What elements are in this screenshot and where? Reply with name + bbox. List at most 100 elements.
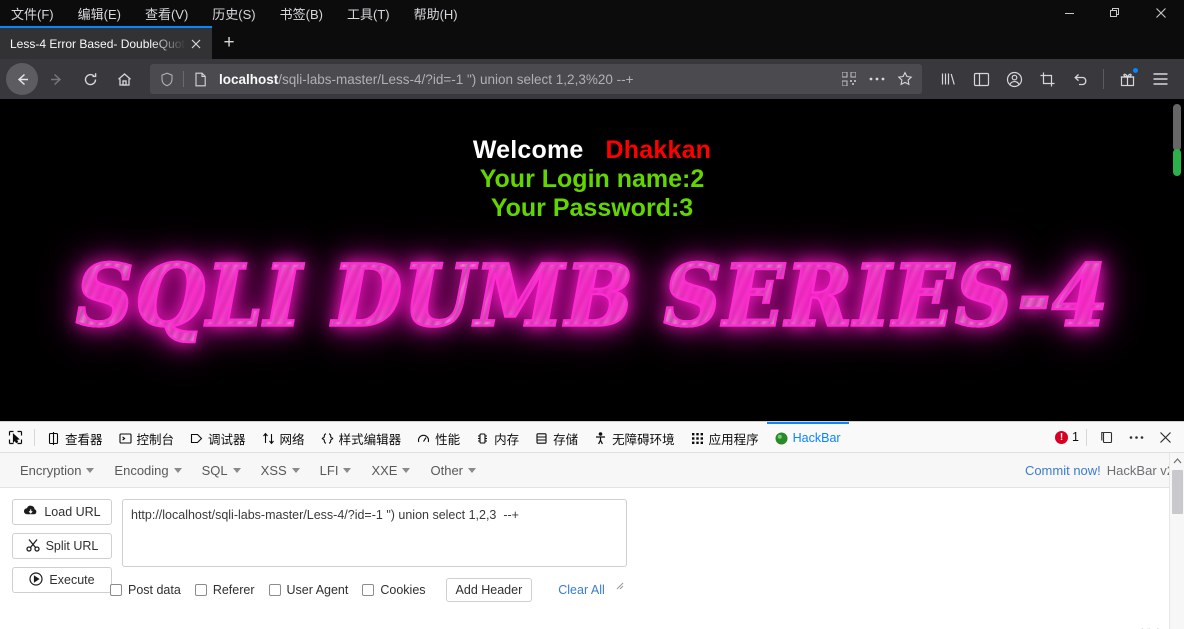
library-icon[interactable] — [932, 63, 964, 95]
hackbar-menu-label: Encryption — [20, 462, 82, 478]
hackbar-menu-xxe[interactable]: XXE — [361, 459, 420, 482]
hackbar-menu-xss[interactable]: XSS — [251, 459, 310, 482]
gift-icon[interactable] — [1111, 63, 1143, 95]
devtools-tab-storage[interactable]: 存储 — [527, 422, 586, 453]
hackbar-menu-label: XSS — [260, 462, 287, 478]
page-scrollbar-thumb[interactable] — [1173, 104, 1181, 151]
hackbar-scrollbar[interactable] — [1169, 453, 1184, 629]
account-icon[interactable] — [998, 63, 1030, 95]
add-header-button[interactable]: Add Header — [445, 578, 533, 602]
more-actions-icon[interactable] — [864, 66, 890, 92]
menu-item-edit[interactable]: 编辑(E) — [73, 2, 126, 25]
close-icon[interactable] — [1138, 0, 1184, 26]
hackbar-menu-sql[interactable]: SQL — [192, 459, 251, 482]
home-icon[interactable] — [108, 63, 140, 95]
address-bar[interactable]: localhost/sqli-labs-master/Less-4/?id=-1… — [150, 64, 922, 94]
menu-item-help[interactable]: 帮助(H) — [409, 2, 463, 25]
split-url-button[interactable]: Split URL — [12, 533, 112, 559]
scissors-icon — [25, 538, 40, 555]
restore-icon[interactable] — [1092, 0, 1138, 26]
hamburger-menu-icon[interactable] — [1144, 63, 1176, 95]
window-controls — [1046, 0, 1184, 26]
close-devtools-icon[interactable] — [1152, 424, 1178, 450]
back-arrow-icon[interactable] — [6, 63, 38, 95]
inspector-icon — [47, 431, 60, 445]
devtools-tab-label: 应用程序 — [708, 432, 759, 447]
sqli-banner-text: SQLI DUMB SERIES-4 — [74, 244, 1109, 347]
browser-toolbar-right — [932, 63, 1178, 95]
menu-item-history[interactable]: 历史(S) — [207, 2, 260, 25]
undo-icon[interactable] — [1064, 63, 1096, 95]
bookmark-star-icon[interactable] — [892, 66, 918, 92]
post-data-checkbox[interactable]: Post data — [110, 583, 181, 597]
resize-grip-icon[interactable] — [615, 581, 624, 590]
browser-tab-active[interactable]: Less-4 Error Based- DoubleQuot — [0, 26, 212, 59]
banner-wrap: SQLI DUMB SERIES-4 — [0, 244, 1184, 347]
minimize-icon[interactable] — [1046, 0, 1092, 26]
style-editor-icon — [321, 432, 334, 445]
application-icon — [691, 432, 704, 445]
hackbar-version: HackBar v2 — [1106, 462, 1174, 478]
address-bar-actions — [836, 66, 918, 92]
devtools-tab-label: 性能 — [435, 432, 461, 447]
menu-item-tools[interactable]: 工具(T) — [342, 2, 395, 25]
page-scrollbar-highlight — [1173, 149, 1181, 176]
devtools-tab-console[interactable]: 控制台 — [111, 422, 183, 453]
execute-label: Execute — [49, 573, 95, 587]
screenshot-icon[interactable] — [1031, 63, 1063, 95]
browser-window: 文件(F) 编辑(E) 查看(V) 历史(S) 书签(B) 工具(T) 帮助(H… — [0, 0, 1184, 629]
reload-arrow-icon[interactable] — [74, 63, 106, 95]
error-badge[interactable]: ! 1 — [1055, 430, 1079, 444]
hackbar-menu-label: Other — [430, 462, 463, 478]
devtools-tab-debugger[interactable]: 调试器 — [182, 422, 254, 453]
sidebar-icon[interactable] — [965, 63, 997, 95]
element-picker-icon[interactable] — [0, 422, 30, 453]
devtools-tab-network[interactable]: 网络 — [254, 422, 313, 453]
hackbar-menu-label: XXE — [371, 462, 398, 478]
devtools-tab-accessibility[interactable]: 无障碍环境 — [586, 422, 683, 453]
scroll-up-arrow-icon[interactable] — [1170, 453, 1184, 468]
menu-item-bookmarks[interactable]: 书签(B) — [275, 2, 328, 25]
debugger-icon — [190, 432, 203, 445]
split-url-label: Split URL — [45, 539, 99, 553]
devtools-tab-style-editor[interactable]: 样式编辑器 — [313, 422, 410, 453]
qr-code-icon[interactable] — [836, 66, 862, 92]
toolbar-divider — [1103, 69, 1104, 89]
execute-button[interactable]: Execute — [12, 567, 112, 593]
forward-arrow-icon[interactable] — [40, 63, 72, 95]
dock-panel-icon[interactable] — [1094, 424, 1120, 450]
cookies-checkbox[interactable]: Cookies — [362, 583, 426, 597]
referer-checkbox[interactable]: Referer — [194, 583, 255, 597]
hackbar-menu-encoding[interactable]: Encoding — [104, 459, 191, 482]
load-url-button[interactable]: Load URL — [12, 499, 112, 525]
devtools-tab-hackbar[interactable]: HackBar — [766, 421, 849, 453]
shield-icon[interactable] — [154, 66, 180, 92]
url-input[interactable] — [122, 499, 627, 567]
console-icon — [118, 432, 132, 445]
clear-all-link[interactable]: Clear All — [558, 583, 605, 597]
devtools-tab-inspector[interactable]: 查看器 — [39, 422, 111, 453]
devtools-divider-2 — [1086, 428, 1087, 446]
hackbar-menu-lfi[interactable]: LFI — [310, 459, 362, 482]
devtools-toolbar: 查看器 控制台 调试器 网络 样式编辑器 性能 内存 存储 无障碍环境 应用程序… — [0, 421, 1184, 453]
devtools-tab-application[interactable]: 应用程序 — [683, 422, 767, 453]
page-icon[interactable] — [187, 66, 213, 92]
hackbar-menu-encryption[interactable]: Encryption — [10, 459, 104, 482]
hackbar-scrollbar-thumb[interactable] — [1172, 470, 1183, 514]
page-scrollbar[interactable] — [1170, 99, 1184, 421]
url-text[interactable]: localhost/sqli-labs-master/Less-4/?id=-1… — [215, 72, 834, 87]
new-tab-button[interactable]: + — [212, 26, 246, 59]
more-options-icon[interactable] — [1123, 424, 1149, 450]
checkbox-box — [110, 584, 122, 596]
devtools-tab-memory[interactable]: 内存 — [468, 422, 527, 453]
user-agent-checkbox[interactable]: User Agent — [268, 583, 348, 597]
tab-close-icon[interactable] — [186, 34, 206, 54]
menu-item-file[interactable]: 文件(F) — [6, 2, 59, 25]
commit-now-link[interactable]: Commit now! — [1025, 463, 1101, 478]
devtools-tab-label: 样式编辑器 — [338, 432, 402, 447]
menu-item-view[interactable]: 查看(V) — [140, 2, 193, 25]
error-icon: ! — [1055, 430, 1069, 444]
hackbar-menu-other[interactable]: Other — [420, 459, 486, 482]
devtools-tab-performance[interactable]: 性能 — [409, 422, 468, 453]
checkbox-box — [362, 584, 375, 596]
